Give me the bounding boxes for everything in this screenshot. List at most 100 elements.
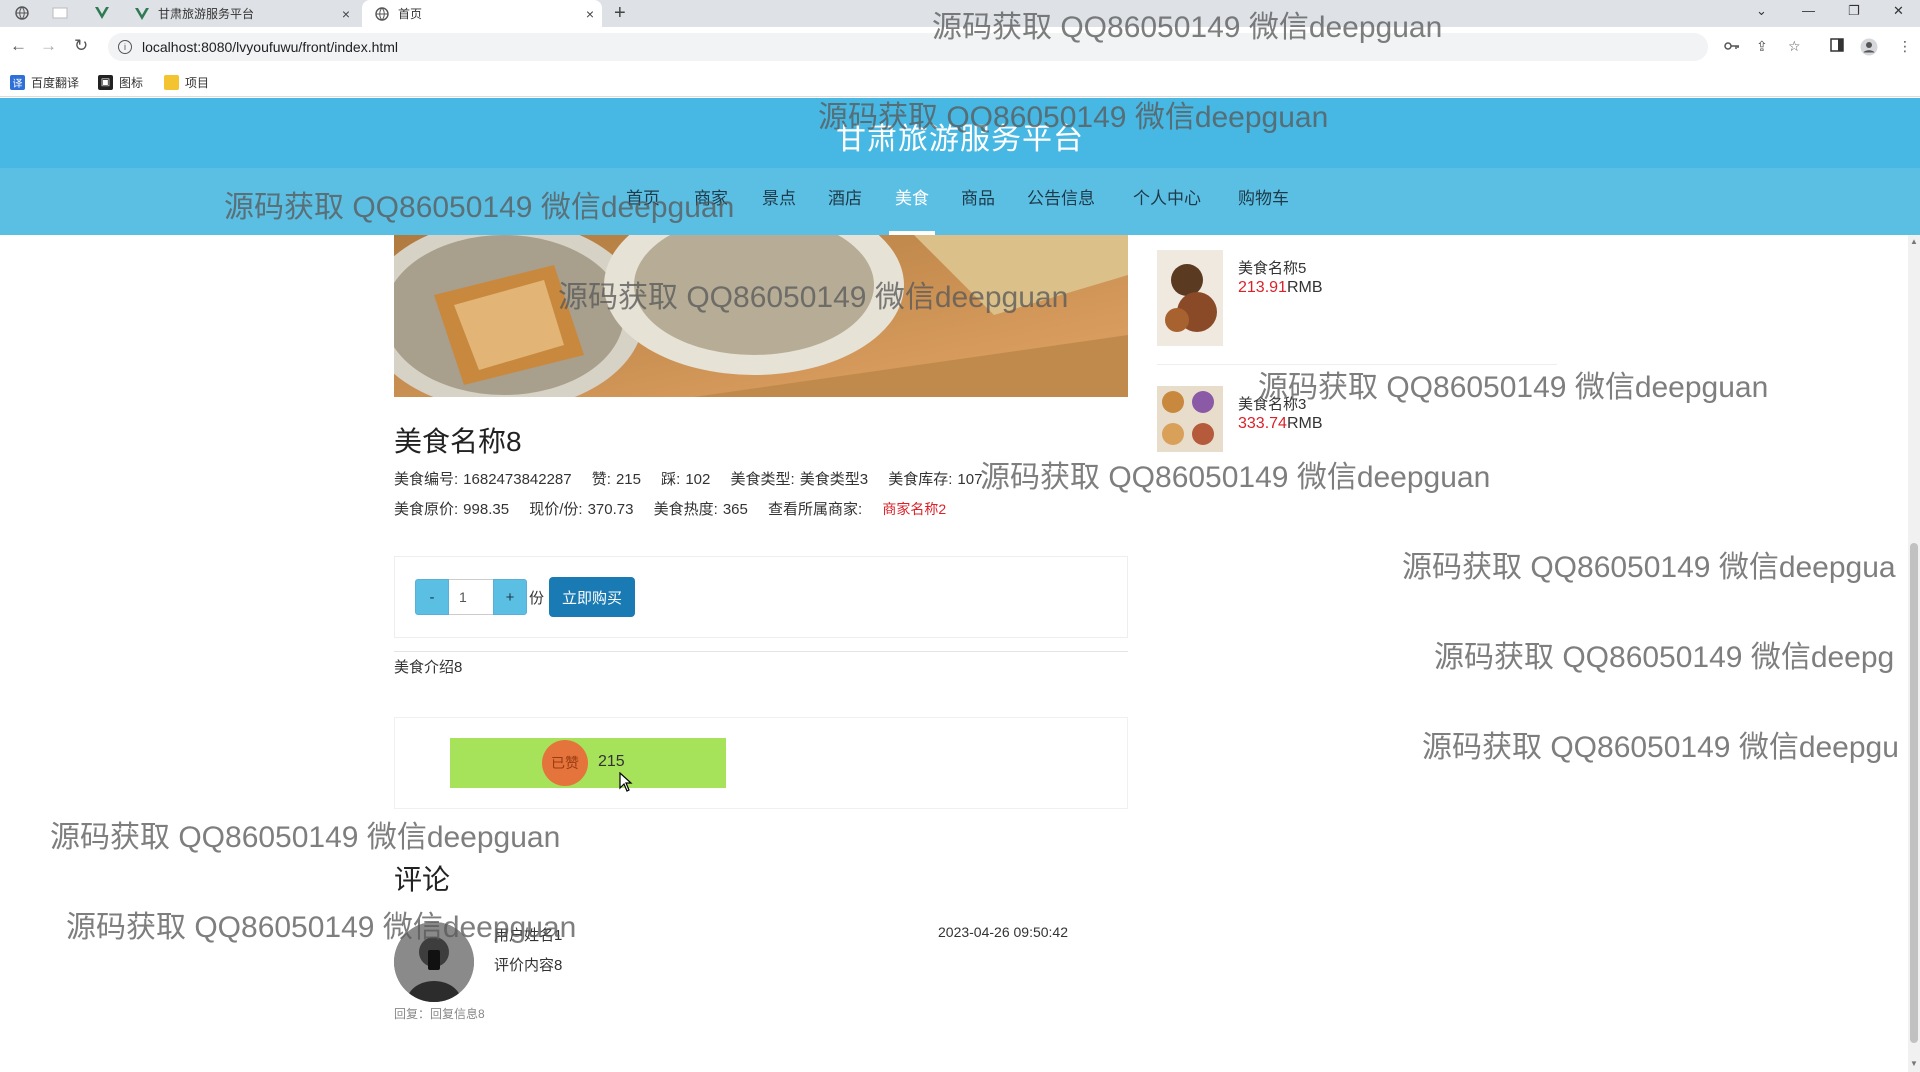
likes-label: 赞: xyxy=(591,471,611,488)
main-nav: 首页 商家 景点 酒店 美食 商品 公告信息 个人中心 购物车 xyxy=(0,168,1920,235)
nav-attractions[interactable]: 景点 xyxy=(762,168,796,235)
current-price-label: 现价/份: xyxy=(529,501,583,518)
comment-content: 评价内容8 xyxy=(494,957,563,974)
popularity-label: 美食热度: xyxy=(653,501,718,518)
blank-page-icon[interactable] xyxy=(52,5,68,21)
page-scrollbar[interactable]: ▲ ▼ xyxy=(1908,235,1920,1072)
divider xyxy=(394,651,1128,652)
watermark: 源码获取 QQ86050149 微信deepg xyxy=(1434,641,1895,674)
tab-home[interactable]: 首页 × xyxy=(362,0,602,27)
recommended-food-item[interactable]: 美食名称5 213.91RMB xyxy=(1157,250,1557,346)
translate-icon: 译 xyxy=(10,75,25,90)
price-value: 213.91 xyxy=(1238,279,1287,296)
liked-badge[interactable]: 已赞 xyxy=(542,740,588,786)
food-description: 美食介绍8 xyxy=(394,659,463,676)
original-price-label: 美食原价: xyxy=(394,501,459,518)
tab-gansu-platform[interactable]: 甘肃旅游服务平台 × xyxy=(122,0,358,27)
nav-home[interactable]: 首页 xyxy=(626,168,660,235)
nav-goods[interactable]: 商品 xyxy=(961,168,995,235)
watermark: 源码获取 QQ86050149 微信deepgua xyxy=(1402,551,1896,584)
current-price-value: 370.73 xyxy=(587,501,634,518)
tab-title: 首页 xyxy=(398,7,423,21)
new-tab-button[interactable]: + xyxy=(614,2,626,25)
recommended-food-name[interactable]: 美食名称3 xyxy=(1238,393,1306,414)
price-value: 333.74 xyxy=(1238,415,1287,432)
vue-logo-icon[interactable] xyxy=(94,5,110,21)
bookmark-star-icon[interactable]: ☆ xyxy=(1788,38,1801,55)
reload-icon[interactable]: ↻ xyxy=(74,36,88,56)
original-price-value: 998.35 xyxy=(463,501,510,518)
minimize-icon[interactable]: — xyxy=(1802,3,1815,18)
comment-user-name: 用户姓名1 xyxy=(494,927,563,944)
dislikes-label: 踩: xyxy=(661,471,681,488)
bookmark-icons[interactable]: ▣ 图标 xyxy=(98,74,143,91)
folder-icon xyxy=(164,75,179,90)
restore-icon[interactable]: ❐ xyxy=(1848,3,1860,19)
close-tab-icon[interactable]: × xyxy=(342,6,350,22)
watermark: 源码获取 QQ86050149 微信deepguan xyxy=(980,461,1491,494)
site-info-icon[interactable]: i xyxy=(118,40,132,54)
close-window-icon[interactable]: ✕ xyxy=(1893,3,1904,19)
scroll-down-icon[interactable]: ▼ xyxy=(1910,1059,1918,1068)
recommended-food-thumbnail[interactable] xyxy=(1157,250,1223,346)
stock-value: 107 xyxy=(957,471,983,488)
food-title: 美食名称8 xyxy=(394,426,522,457)
globe-icon[interactable] xyxy=(14,5,30,21)
bookmark-label: 图标 xyxy=(119,76,144,90)
bookmark-label: 百度翻译 xyxy=(31,76,80,90)
food-type-value: 美食类型3 xyxy=(799,471,869,488)
purchase-panel: - 1 + 份 立即购买 xyxy=(394,556,1128,638)
like-count: 215 xyxy=(598,753,625,770)
scrollbar-thumb[interactable] xyxy=(1910,543,1918,1043)
quantity-decrease-button[interactable]: - xyxy=(415,579,449,615)
profile-icon[interactable] xyxy=(1860,38,1878,59)
bookmark-baidu-translate[interactable]: 译 百度翻译 xyxy=(10,74,79,91)
nav-announcements[interactable]: 公告信息 xyxy=(1027,168,1095,235)
recommended-food-thumbnail[interactable] xyxy=(1157,386,1223,452)
popularity-value: 365 xyxy=(722,501,748,518)
comments-heading: 评论 xyxy=(394,864,451,895)
food-id-value: 1682473842287 xyxy=(463,471,572,488)
dislikes-value: 102 xyxy=(685,471,711,488)
url-text: localhost:8080/lvyoufuwu/front/index.htm… xyxy=(142,39,399,55)
nav-personal-center[interactable]: 个人中心 xyxy=(1133,168,1201,235)
back-icon[interactable]: ← xyxy=(10,36,27,56)
site-title: 甘肃旅游服务平台 xyxy=(836,123,1084,156)
comment-reply: 回复：回复信息8 xyxy=(394,1007,485,1021)
food-info-line-2: 美食原价: 998.35 现价/份: 370.73 美食热度: 365 查看所属商家:… xyxy=(394,498,946,519)
nav-food[interactable]: 美食 xyxy=(889,168,935,235)
menu-kebab-icon[interactable]: ⋮ xyxy=(1898,38,1912,55)
avatar xyxy=(394,922,474,1002)
recommended-food-item[interactable]: 美食名称3 333.74RMB xyxy=(1157,386,1557,452)
site-header: 甘肃旅游服务平台 xyxy=(0,98,1920,168)
quantity-input[interactable]: 1 xyxy=(449,579,493,615)
price-unit: RMB xyxy=(1286,279,1323,296)
side-panel-icon[interactable] xyxy=(1830,38,1844,55)
share-icon[interactable]: ⇪ xyxy=(1756,38,1768,55)
nav-hotels[interactable]: 酒店 xyxy=(828,168,862,235)
recommended-food-price: 213.91RMB xyxy=(1238,279,1323,297)
quantity-unit: 份 xyxy=(529,590,545,607)
quantity-increase-button[interactable]: + xyxy=(493,579,527,615)
globe-icon xyxy=(374,6,390,22)
tab-search-icon[interactable]: ⌄ xyxy=(1756,3,1767,19)
scroll-up-icon[interactable]: ▲ xyxy=(1910,237,1918,246)
nav-cart[interactable]: 购物车 xyxy=(1238,168,1289,235)
divider xyxy=(1157,364,1557,365)
like-panel: 已赞 215 xyxy=(394,717,1128,809)
price-unit: RMB xyxy=(1286,415,1323,432)
recommended-food-name[interactable]: 美食名称5 xyxy=(1238,257,1306,278)
likes-value: 215 xyxy=(615,471,641,488)
buy-now-button[interactable]: 立即购买 xyxy=(549,577,635,617)
close-tab-icon[interactable]: × xyxy=(586,6,594,22)
bookmark-label: 项目 xyxy=(185,76,210,90)
nav-merchants[interactable]: 商家 xyxy=(694,168,728,235)
watermark: 源码获取 QQ86050149 微信deepguan xyxy=(50,821,561,854)
like-button[interactable]: 已赞 215 xyxy=(450,738,726,792)
bookmark-folder-project[interactable]: 项目 xyxy=(164,74,209,91)
forward-icon[interactable]: → xyxy=(40,36,57,56)
url-input[interactable]: i localhost:8080/lvyoufuwu/front/index.h… xyxy=(108,33,1708,61)
bookmarks-bar: 译 百度翻译 ▣ 图标 项目 xyxy=(0,67,1920,97)
merchant-link[interactable]: 商家名称2 xyxy=(882,501,946,517)
key-icon[interactable] xyxy=(1724,38,1740,54)
